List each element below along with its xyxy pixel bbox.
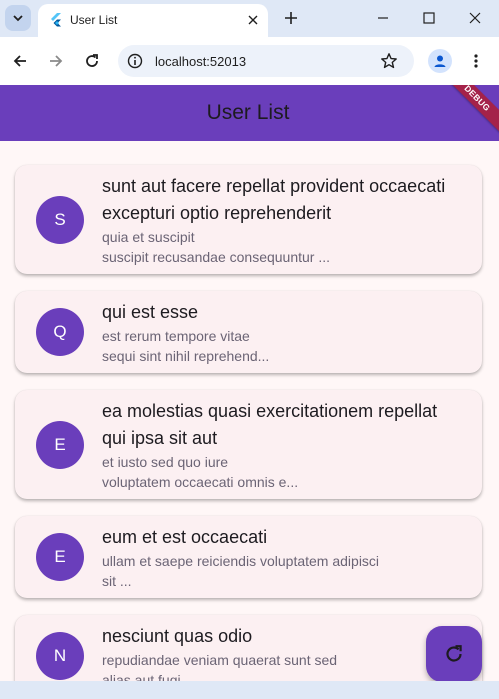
- person-icon: [434, 55, 446, 67]
- post-body-line: est rerum tempore vitae: [102, 328, 250, 344]
- post-body-line: suscipit recusandae consequuntur ...: [102, 249, 331, 265]
- maximize-icon: [423, 12, 435, 24]
- avatar: S: [36, 196, 84, 244]
- post-body-line: sit ...: [102, 573, 132, 589]
- reload-icon: [86, 54, 98, 67]
- browser-menu-button[interactable]: [464, 49, 488, 73]
- post-title: sunt aut facere repellat provident occae…: [102, 176, 446, 223]
- browser-toolbar: localhost:52013: [0, 37, 499, 85]
- list-item[interactable]: S sunt aut facere repellat provident occ…: [15, 165, 482, 274]
- post-body-line: quia et suscipit: [102, 229, 195, 245]
- post-title: qui est esse: [102, 302, 199, 322]
- app-viewport: User List DEBUG S sunt aut facere repell…: [0, 85, 499, 699]
- tab-search-button[interactable]: [5, 5, 31, 31]
- window-bottom-edge: [0, 681, 499, 699]
- arrow-right-icon: [50, 55, 63, 67]
- list-item[interactable]: E eum et est occaecati ullam et saepe re…: [15, 516, 482, 598]
- refresh-button[interactable]: [426, 626, 482, 682]
- arrow-left-icon: [13, 55, 26, 67]
- close-window-button[interactable]: [463, 6, 487, 30]
- plus-icon: [285, 12, 297, 24]
- post-body-line: sequi sint nihil reprehend...: [102, 348, 270, 364]
- app-bar: User List DEBUG: [0, 85, 499, 141]
- minimize-icon: [378, 17, 388, 19]
- post-title: ea molestias quasi exercitationem repell…: [102, 401, 438, 448]
- user-list[interactable]: S sunt aut facere repellat provident occ…: [0, 141, 499, 697]
- tab-title: User List: [70, 13, 118, 27]
- forward-button[interactable]: [44, 49, 68, 73]
- avatar: N: [36, 632, 84, 680]
- reload-button[interactable]: [80, 49, 104, 73]
- post-body-line: voluptatem occaecati omnis e...: [102, 474, 299, 490]
- tab-strip: User List: [0, 0, 499, 37]
- tab-close-button[interactable]: [245, 12, 261, 28]
- list-item[interactable]: Q qui est esse est rerum tempore vitae s…: [15, 291, 482, 373]
- post-title: eum et est occaecati: [102, 527, 268, 547]
- post-body-line: repudiandae veniam quaerat sunt sed: [102, 652, 338, 668]
- url-text[interactable]: localhost:52013: [155, 54, 246, 69]
- info-icon[interactable]: [127, 53, 143, 69]
- avatar: E: [36, 421, 84, 469]
- more-vertical-icon: [474, 54, 478, 68]
- profile-button[interactable]: [428, 49, 452, 73]
- flutter-icon: [51, 13, 61, 27]
- close-icon: [248, 15, 258, 25]
- list-item[interactable]: E ea molestias quasi exercitationem repe…: [15, 390, 482, 499]
- refresh-icon: [446, 645, 462, 662]
- avatar: Q: [36, 308, 84, 356]
- post-title: nesciunt quas odio: [102, 626, 253, 646]
- star-icon[interactable]: [380, 52, 398, 70]
- new-tab-button[interactable]: [280, 7, 302, 29]
- maximize-button[interactable]: [417, 6, 441, 30]
- post-body-line: ullam et saepe reiciendis voluptatem adi…: [102, 553, 380, 569]
- chevron-down-icon: [13, 15, 23, 22]
- close-icon: [469, 12, 481, 24]
- post-body-line: et iusto sed quo iure: [102, 454, 229, 470]
- minimize-button[interactable]: [371, 6, 395, 30]
- back-button[interactable]: [8, 49, 32, 73]
- browser-tab[interactable]: User List: [38, 4, 268, 37]
- avatar: E: [36, 533, 84, 581]
- page-title: User List: [206, 101, 290, 124]
- address-bar[interactable]: localhost:52013: [118, 45, 414, 77]
